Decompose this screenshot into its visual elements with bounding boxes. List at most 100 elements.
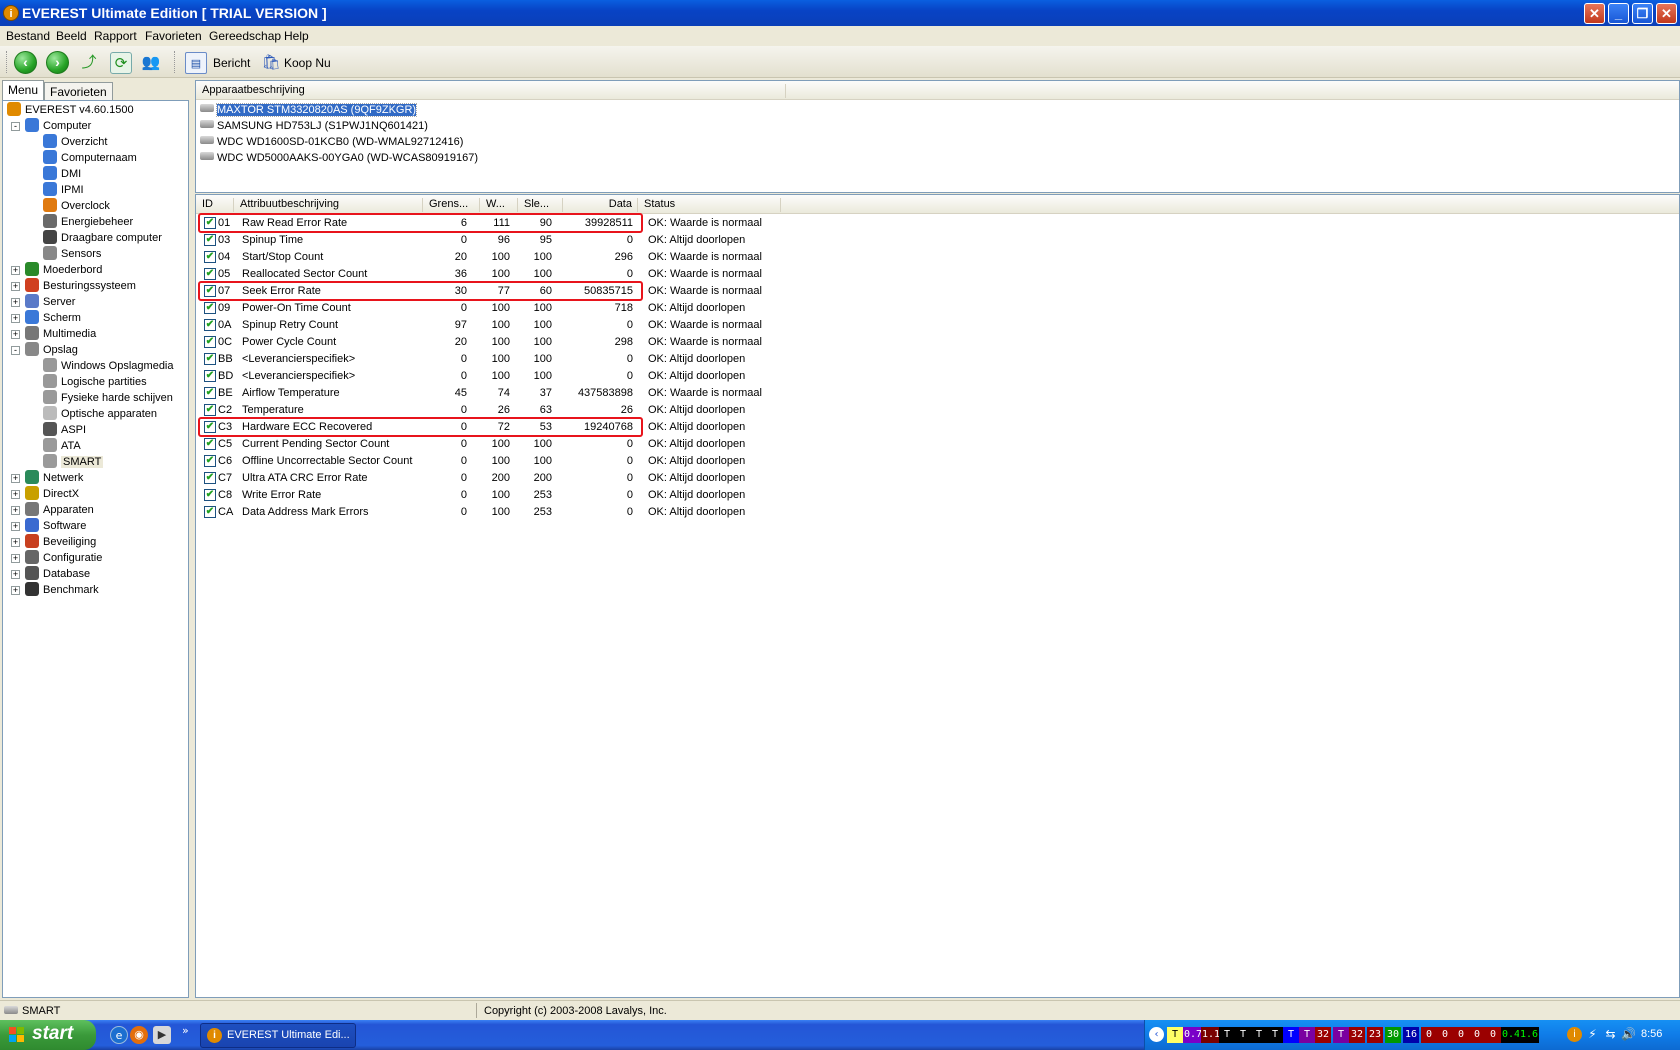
attribute-row[interactable]: ✔ 04 Start/Stop Count 20 100 100 296 OK: Waarde…: [196, 249, 1676, 266]
attribute-checkbox[interactable]: ✔: [204, 353, 216, 365]
tray-monitor-indicator[interactable]: T: [1235, 1027, 1251, 1043]
attribute-checkbox[interactable]: ✔: [204, 302, 216, 314]
attribute-checkbox[interactable]: ✔: [204, 506, 216, 518]
everest-tray-icon[interactable]: i: [1567, 1027, 1582, 1042]
cart-icon[interactable]: 🛍: [260, 52, 282, 74]
tree-item[interactable]: Windows Opslagmedia: [43, 358, 174, 374]
back-icon[interactable]: ‹: [14, 51, 37, 74]
attribute-row[interactable]: ✔ BD <Leverancierspecifiek> 0 100 100 0 OK: Alt…: [196, 368, 1676, 385]
buy-now-button[interactable]: Koop Nu: [284, 56, 331, 70]
tray-monitor-indicator[interactable]: T: [1283, 1027, 1299, 1043]
volume-icon[interactable]: 🔊: [1621, 1027, 1636, 1042]
device-column-header[interactable]: Apparaatbeschrijving: [196, 84, 786, 98]
tree-item[interactable]: Beveiliging: [25, 534, 96, 550]
device-row[interactable]: SAMSUNG HD753LJ (S1PWJ1NQ601421): [200, 118, 428, 134]
users-icon[interactable]: 👥: [140, 52, 162, 74]
tree-expander[interactable]: +: [11, 506, 20, 515]
tab-menu[interactable]: Menu: [2, 80, 45, 100]
attribute-checkbox[interactable]: ✔: [204, 404, 216, 416]
attribute-checkbox[interactable]: ✔: [204, 387, 216, 399]
tree-expander[interactable]: +: [11, 282, 20, 291]
tray-monitor-indicator[interactable]: T: [1267, 1027, 1283, 1043]
tree-item[interactable]: Server: [25, 294, 75, 310]
attribute-checkbox[interactable]: ✔: [204, 268, 216, 280]
tray-monitor-indicator[interactable]: 0: [1453, 1027, 1469, 1043]
menu-gereedschap[interactable]: Gereedschap: [209, 29, 281, 43]
tree-item[interactable]: EVEREST v4.60.1500: [7, 102, 134, 118]
col-threshold[interactable]: Grens...: [423, 198, 480, 212]
attribute-checkbox[interactable]: ✔: [204, 370, 216, 382]
tray-monitor-indicator[interactable]: 0: [1437, 1027, 1453, 1043]
report-icon[interactable]: ▤: [185, 52, 207, 74]
device-row[interactable]: WDC WD5000AAKS-00YGA0 (WD-WCAS80919167): [200, 150, 478, 166]
tree-item[interactable]: Besturingssysteem: [25, 278, 136, 294]
attribute-checkbox[interactable]: ✔: [204, 489, 216, 501]
tree-item[interactable]: Database: [25, 566, 90, 582]
col-id[interactable]: ID: [196, 198, 234, 212]
tree-expander[interactable]: +: [11, 554, 20, 563]
device-row[interactable]: WDC WD1600SD-01KCB0 (WD-WMAL92712416): [200, 134, 463, 150]
tree-item[interactable]: Computer: [25, 118, 91, 134]
forward-icon[interactable]: ›: [46, 51, 69, 74]
tree-expander[interactable]: +: [11, 474, 20, 483]
tray-monitor-indicator[interactable]: T: [1251, 1027, 1267, 1043]
attribute-row[interactable]: ✔ C7 Ultra ATA CRC Error Rate 0 200 200 0 OK: A…: [196, 470, 1676, 487]
menu-rapport[interactable]: Rapport: [94, 29, 137, 43]
tree-item[interactable]: Overclock: [43, 198, 110, 214]
tray-monitor-indicator[interactable]: 32: [1315, 1027, 1331, 1043]
attribute-row[interactable]: ✔ BE Airflow Temperature 45 74 37 437583898 OK:…: [196, 385, 1676, 402]
start-button[interactable]: start: [0, 1020, 96, 1050]
attribute-checkbox[interactable]: ✔: [204, 472, 216, 484]
attribute-row[interactable]: ✔ 03 Spinup Time 0 96 95 0 OK: Altijd doorlopen: [196, 232, 1676, 249]
tray-collapse-icon[interactable]: ‹: [1149, 1027, 1164, 1042]
tray-monitor-indicator[interactable]: T: [1333, 1027, 1349, 1043]
tree-item[interactable]: Logische partities: [43, 374, 147, 390]
close-small-button[interactable]: ✕: [1584, 3, 1605, 24]
tray-monitor-indicator[interactable]: 1.6: [1519, 1027, 1540, 1043]
tree-expander[interactable]: -: [11, 122, 20, 131]
tray-monitor-indicator[interactable]: T: [1299, 1027, 1315, 1043]
attribute-row[interactable]: ✔ C8 Write Error Rate 0 100 253 0 OK: Altijd do…: [196, 487, 1676, 504]
attribute-checkbox[interactable]: ✔: [204, 251, 216, 263]
tree-expander[interactable]: +: [11, 490, 20, 499]
tab-favorieten[interactable]: Favorieten: [44, 82, 113, 100]
tree-item[interactable]: Optische apparaten: [43, 406, 157, 422]
attribute-row[interactable]: ✔ CA Data Address Mark Errors 0 100 253 0 OK: A…: [196, 504, 1676, 521]
tree-expander[interactable]: +: [11, 266, 20, 275]
tree-item[interactable]: Scherm: [25, 310, 81, 326]
tree-expander[interactable]: +: [11, 538, 20, 547]
tree-item[interactable]: Netwerk: [25, 470, 83, 486]
tree-expander[interactable]: +: [11, 330, 20, 339]
smart-attributes-pane[interactable]: ID Attribuutbeschrijving Grens... W... S…: [195, 194, 1680, 998]
firefox-icon[interactable]: ◉: [130, 1026, 148, 1044]
tree-expander[interactable]: +: [11, 314, 20, 323]
tree-item[interactable]: DMI: [43, 166, 81, 182]
tree-item[interactable]: Configuratie: [25, 550, 102, 566]
attribute-row[interactable]: ✔ 0A Spinup Retry Count 97 100 100 0 OK: Waarde…: [196, 317, 1676, 334]
title-bar[interactable]: i EVEREST Ultimate Edition [ TRIAL VERSI…: [0, 0, 1680, 26]
attribute-row[interactable]: ✔ C6 Offline Uncorrectable Sector Count 0 10…: [196, 453, 1676, 470]
tray-monitor-indicator[interactable]: T: [1219, 1027, 1235, 1043]
quicklaunch-more-icon[interactable]: »: [182, 1024, 189, 1037]
up-icon[interactable]: ⤴: [78, 52, 100, 74]
network-tray-icon[interactable]: ⚡: [1585, 1027, 1600, 1042]
close-button[interactable]: ✕: [1656, 3, 1677, 24]
device-list-pane[interactable]: Apparaatbeschrijving MAXTOR STM3320820AS…: [195, 80, 1680, 193]
tree-item[interactable]: Computernaam: [43, 150, 137, 166]
tray-monitor-indicator[interactable]: 30: [1385, 1027, 1401, 1043]
tray-monitor-indicator[interactable]: T: [1167, 1027, 1183, 1043]
tree-item[interactable]: SMART: [43, 454, 104, 470]
attribute-checkbox[interactable]: ✔: [204, 234, 216, 246]
attribute-row[interactable]: ✔ 0C Power Cycle Count 20 100 100 298 OK: Waard…: [196, 334, 1676, 351]
tree-expander[interactable]: +: [11, 522, 20, 531]
refresh-icon[interactable]: ⟳: [110, 52, 132, 74]
tree-item[interactable]: Draagbare computer: [43, 230, 162, 246]
tray-monitor-indicator[interactable]: 0: [1421, 1027, 1437, 1043]
tree-item[interactable]: Multimedia: [25, 326, 96, 342]
col-value[interactable]: W...: [480, 198, 518, 212]
tree-item[interactable]: IPMI: [43, 182, 84, 198]
tree-item[interactable]: Apparaten: [25, 502, 94, 518]
menu-help[interactable]: Help: [284, 29, 309, 43]
tray-monitor-indicator[interactable]: 0: [1485, 1027, 1501, 1043]
menu-bestand[interactable]: Bestand: [6, 29, 50, 43]
